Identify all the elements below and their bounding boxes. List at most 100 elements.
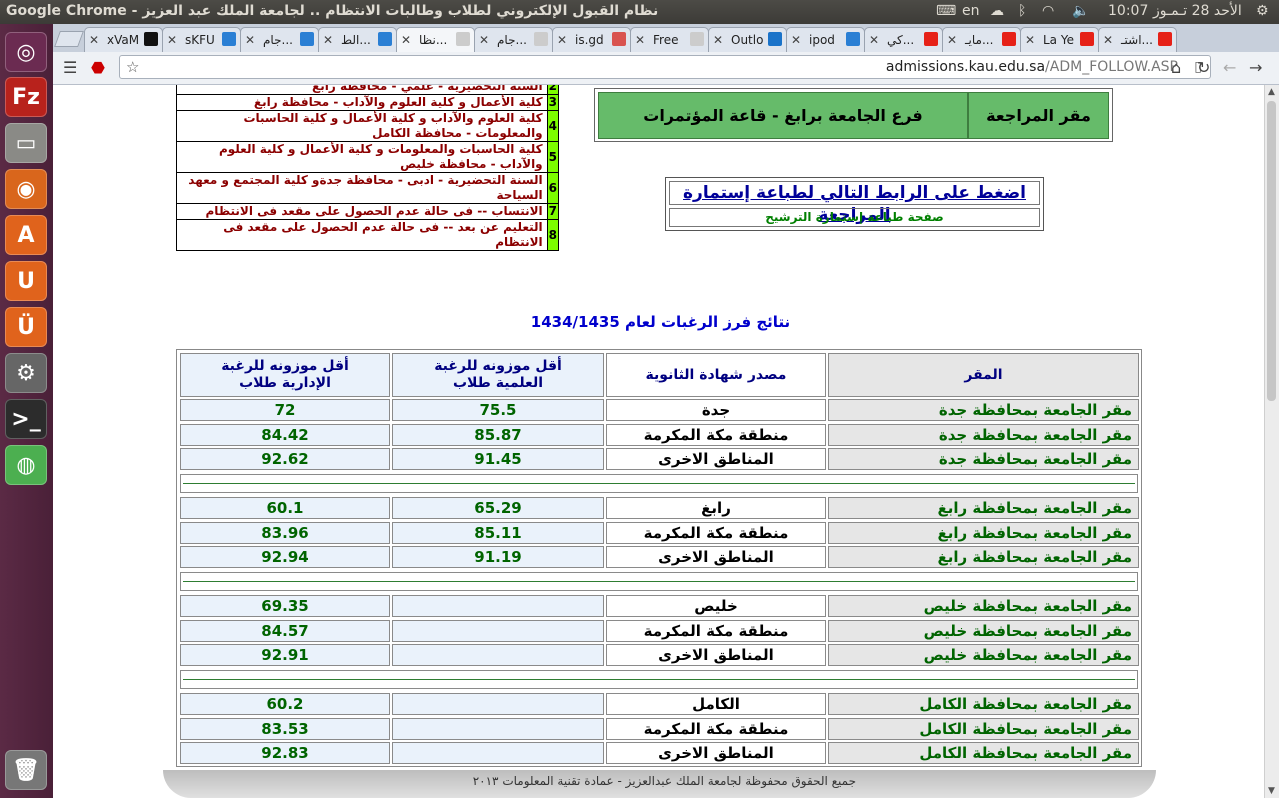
bluetooth-icon[interactable]: ᛒ bbox=[1018, 3, 1026, 19]
back-icon[interactable]: → bbox=[1249, 58, 1262, 77]
power-gear-icon[interactable]: ⚙ bbox=[1256, 3, 1269, 19]
address-bar[interactable]: ☆ admissions.kau.edu.sa/ADM_FOLLOW.ASP ▯ bbox=[119, 55, 1211, 79]
college-number: 7 bbox=[546, 203, 560, 220]
software-center-icon[interactable]: A bbox=[5, 215, 47, 255]
vertical-scrollbar[interactable]: ▲ ▼ bbox=[1264, 85, 1279, 798]
cell-adm: 60.1 bbox=[180, 497, 390, 519]
wifi-icon[interactable]: ◠ bbox=[1042, 3, 1054, 19]
language-indicator[interactable]: en bbox=[962, 3, 980, 19]
header-sci: أقل موزونه للرغبة العلمية طلاب bbox=[392, 353, 604, 397]
college-row: 7 الانتساب -- فى حالة عدم الحصول على مقعد… bbox=[176, 203, 560, 220]
close-tab-icon[interactable]: ✕ bbox=[323, 33, 333, 47]
cell-center: مقر الجامعة بمحافظة خليص bbox=[828, 644, 1139, 666]
cell-center: مقر الجامعة بمحافظة خليص bbox=[828, 595, 1139, 617]
tab-title: كي... bbox=[887, 33, 915, 47]
cell-center: مقر الجامعة بمحافظة خليص bbox=[828, 620, 1139, 642]
cell-source: منطقة مكة المكرمة bbox=[606, 620, 826, 642]
tab-favicon-icon bbox=[846, 32, 860, 46]
close-tab-icon[interactable]: ✕ bbox=[1103, 33, 1113, 47]
cell-center: مقر الجامعة بمحافظة رابغ bbox=[828, 497, 1139, 519]
tab-favicon-icon bbox=[222, 32, 236, 46]
system-settings-icon[interactable]: ⚙ bbox=[5, 353, 47, 393]
tab[interactable]: ✕ is.gd bbox=[552, 27, 631, 52]
ubuntu-one-icon[interactable]: U bbox=[5, 261, 47, 301]
cloud-icon[interactable]: ☁ bbox=[990, 3, 1004, 19]
close-tab-icon[interactable]: ✕ bbox=[479, 33, 489, 47]
cell-source: منطقة مكة المكرمة bbox=[606, 718, 826, 740]
home-icon[interactable]: ⌂ bbox=[1171, 58, 1181, 77]
close-tab-icon[interactable]: ✕ bbox=[635, 33, 645, 47]
scrollbar-thumb[interactable] bbox=[1267, 101, 1276, 401]
tab[interactable]: ✕ مايـ... bbox=[942, 27, 1021, 52]
forward-icon[interactable]: ← bbox=[1223, 58, 1236, 77]
close-tab-icon[interactable]: ✕ bbox=[245, 33, 255, 47]
tab[interactable]: ✕ sKFU bbox=[162, 27, 241, 52]
new-tab-button[interactable] bbox=[54, 31, 84, 47]
volume-icon[interactable]: 🔈 bbox=[1072, 3, 1089, 19]
scroll-down-icon[interactable]: ▼ bbox=[1268, 786, 1275, 796]
tab-strip: ✕ xVaM ✕ sKFU ✕ جام... ✕ الط... ✕ نظا... ✕ جام... ✕ i… bbox=[53, 24, 1279, 53]
clock[interactable]: 10:07 bbox=[1108, 3, 1148, 19]
tab[interactable]: ✕ نظا... bbox=[396, 27, 475, 52]
close-tab-icon[interactable]: ✕ bbox=[947, 33, 957, 47]
adblock-icon[interactable]: ⬣ bbox=[91, 58, 105, 77]
print-form-link[interactable]: اضغط على الرابط التالي لطباعة إستمارة ال… bbox=[669, 181, 1040, 225]
tab[interactable]: ✕ كي... bbox=[864, 27, 943, 52]
terminal-icon[interactable]: >_ bbox=[5, 399, 47, 439]
cell-center: مقر الجامعة بمحافظة جدة bbox=[828, 448, 1139, 470]
close-tab-icon[interactable]: ✕ bbox=[89, 33, 99, 47]
tab-favicon-icon bbox=[534, 32, 548, 46]
tab[interactable]: ✕ La Ye bbox=[1020, 27, 1099, 52]
bookmark-star-icon[interactable]: ☆ bbox=[126, 58, 139, 76]
ubuntu-one-music-icon[interactable]: Ü bbox=[5, 307, 47, 347]
firefox-icon[interactable]: ◉ bbox=[5, 169, 47, 209]
cell-source: المناطق الاخرى bbox=[606, 546, 826, 568]
trash-icon[interactable]: 🗑 bbox=[5, 750, 47, 790]
cell-sci bbox=[392, 620, 604, 642]
ubuntu-dash-icon[interactable]: ◎ bbox=[5, 32, 47, 72]
tab[interactable]: ✕ Outlo bbox=[708, 27, 787, 52]
colleges-table: 2 السنة التحضيرية - علمي - محافظة رابغ 3 كل… bbox=[176, 85, 560, 251]
filezilla-icon[interactable]: Fz bbox=[5, 77, 47, 117]
header-center: المقر bbox=[828, 353, 1139, 397]
tab[interactable]: ✕ اشتـ... bbox=[1098, 27, 1177, 52]
close-tab-icon[interactable]: ✕ bbox=[1025, 33, 1035, 47]
college-row: 6 السنة التحضيرية - ادبى - محافظة جدةو كل… bbox=[176, 172, 560, 204]
cell-source: رابغ bbox=[606, 497, 826, 519]
tab[interactable]: ✕ xVaM bbox=[84, 27, 163, 52]
keyboard-icon[interactable]: ⌨ bbox=[936, 3, 956, 19]
cell-sci bbox=[392, 644, 604, 666]
reload-icon[interactable]: ↻ bbox=[1197, 58, 1210, 77]
cell-adm: 92.91 bbox=[180, 644, 390, 666]
close-tab-icon[interactable]: ✕ bbox=[401, 33, 411, 47]
college-number: 5 bbox=[546, 141, 560, 173]
group-separator bbox=[180, 474, 1138, 493]
cell-adm: 60.2 bbox=[180, 693, 390, 715]
tab[interactable]: ✕ جام... bbox=[474, 27, 553, 52]
tab[interactable]: ✕ جام... bbox=[240, 27, 319, 52]
window-title: Google Chrome - نظام القبول الإلكتروني ل… bbox=[6, 3, 659, 19]
tab-favicon-icon bbox=[456, 32, 470, 46]
close-tab-icon[interactable]: ✕ bbox=[713, 33, 723, 47]
college-row: 5 كلية الحاسبات والمعلومات و كلية الأعمال… bbox=[176, 141, 560, 173]
close-tab-icon[interactable]: ✕ bbox=[869, 33, 879, 47]
menu-icon[interactable]: ☰ bbox=[63, 58, 77, 77]
college-name: كلية الأعمال و كلية العلوم والآداب - محا… bbox=[176, 94, 548, 111]
tab[interactable]: ✕ ipod bbox=[786, 27, 865, 52]
scroll-up-icon[interactable]: ▲ bbox=[1268, 87, 1275, 97]
tab-title: جام... bbox=[263, 33, 293, 47]
files-icon[interactable]: ▭ bbox=[5, 123, 47, 163]
close-tab-icon[interactable]: ✕ bbox=[557, 33, 567, 47]
chrome-icon[interactable]: ◍ bbox=[5, 445, 47, 485]
cell-sci: 75.5 bbox=[392, 399, 604, 421]
close-tab-icon[interactable]: ✕ bbox=[167, 33, 177, 47]
cell-sci: 85.87 bbox=[392, 424, 604, 446]
cell-center: مقر الجامعة بمحافظة جدة bbox=[828, 424, 1139, 446]
group-separator bbox=[180, 572, 1138, 591]
tab[interactable]: ✕ الط... bbox=[318, 27, 397, 52]
cell-source: المناطق الاخرى bbox=[606, 448, 826, 470]
close-tab-icon[interactable]: ✕ bbox=[791, 33, 801, 47]
tab[interactable]: ✕ Free bbox=[630, 27, 709, 52]
tab-favicon-icon bbox=[612, 32, 626, 46]
date[interactable]: الأحد 28 تـمـوز bbox=[1153, 3, 1242, 19]
